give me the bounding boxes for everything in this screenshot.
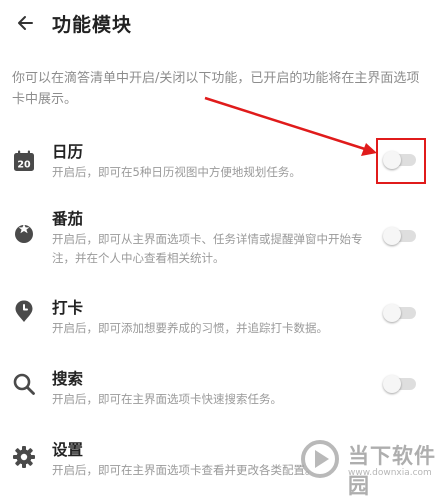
- feature-label: 日历: [52, 143, 84, 161]
- search-toggle[interactable]: [383, 375, 416, 393]
- app-header: 功能模块: [0, 0, 442, 50]
- feature-label: 番茄: [52, 210, 84, 228]
- back-arrow-icon: [18, 16, 33, 30]
- search-icon: [11, 371, 37, 397]
- feature-row-search[interactable]: 搜索 开启后，即可在主界面选项卡快速搜索任务。: [0, 367, 442, 417]
- page-title: 功能模块: [52, 14, 133, 36]
- feature-row-habit[interactable]: 打卡 开启后，即可添加想要养成的习惯，并追踪打卡数据。: [0, 296, 442, 346]
- habit-pin-icon: [11, 298, 37, 324]
- feature-label: 搜索: [52, 370, 84, 388]
- page-description: 你可以在滴答清单中开启/关闭以下功能，已开启的功能将在主界面选项卡中展示。: [12, 71, 420, 107]
- calendar-icon-day: 20: [17, 160, 31, 171]
- feature-description: 开启后，即可在主界面选项卡快速搜索任务。: [52, 392, 282, 406]
- feature-description: 开启后，即可从主界面选项卡、任务详情或提醒弹窗中开始专注，并在个人中心查看相关统…: [52, 232, 363, 265]
- toggle-knob: [383, 227, 401, 245]
- annotation-highlight-box: [376, 138, 426, 184]
- pomodoro-toggle[interactable]: [383, 227, 416, 245]
- watermark-logo-icon: [301, 440, 339, 478]
- habit-toggle[interactable]: [383, 304, 416, 322]
- watermark: 当下软件园 www.downxia.com: [290, 436, 438, 498]
- gear-icon: [11, 444, 37, 470]
- toggle-knob: [383, 375, 401, 393]
- watermark-url: www.downxia.com: [348, 468, 432, 478]
- tomato-icon: [11, 219, 37, 245]
- feature-label: 设置: [52, 441, 84, 459]
- back-button[interactable]: [10, 8, 40, 38]
- toggle-knob: [383, 304, 401, 322]
- feature-description: 开启后，即可在5种日历视图中方便地规划任务。: [52, 165, 301, 179]
- feature-row-pomodoro[interactable]: 番茄 开启后，即可从主界面选项卡、任务详情或提醒弹窗中开始专注，并在个人中心查看…: [0, 207, 442, 269]
- feature-description: 开启后，即可添加想要养成的习惯，并追踪打卡数据。: [52, 321, 328, 335]
- calendar-icon: 20: [11, 148, 37, 174]
- feature-label: 打卡: [52, 299, 84, 317]
